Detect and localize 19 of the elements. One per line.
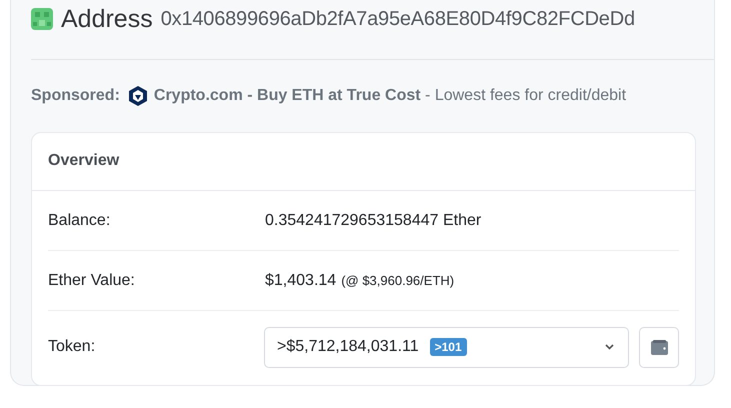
address-hash: 0x1406899696aDb2fA7a95eA68E80D4f9C82FCDeDd: [160, 8, 635, 30]
token-dropdown[interactable]: >$5,712,184,031.11 >101: [264, 326, 629, 368]
field-value: $1,403.14: [265, 272, 336, 290]
field-value: 0.354241729653158447 Ether: [265, 212, 482, 230]
avatar-icon: [31, 8, 53, 30]
field-label: Token:: [48, 338, 96, 356]
count-badge: >101: [430, 338, 467, 356]
page-title: Address: [61, 4, 153, 34]
sponsor-text: - Lowest fees for credit/debit: [424, 87, 626, 105]
wallet-icon: [650, 340, 668, 354]
card-title: Overview: [32, 133, 695, 191]
field-label: Ether Value:: [48, 272, 136, 290]
sponsored-label: Sponsored:: [31, 87, 120, 105]
shield-logo-icon: [128, 85, 148, 107]
field-label: Balance:: [48, 212, 112, 230]
sponsor-link[interactable]: Crypto.com - Buy ETH at True Cost: [154, 87, 421, 105]
wallet-button[interactable]: [639, 326, 679, 368]
chevron-down-icon: [605, 344, 614, 350]
price-note: (@ $3,960.96/ETH): [341, 273, 454, 288]
